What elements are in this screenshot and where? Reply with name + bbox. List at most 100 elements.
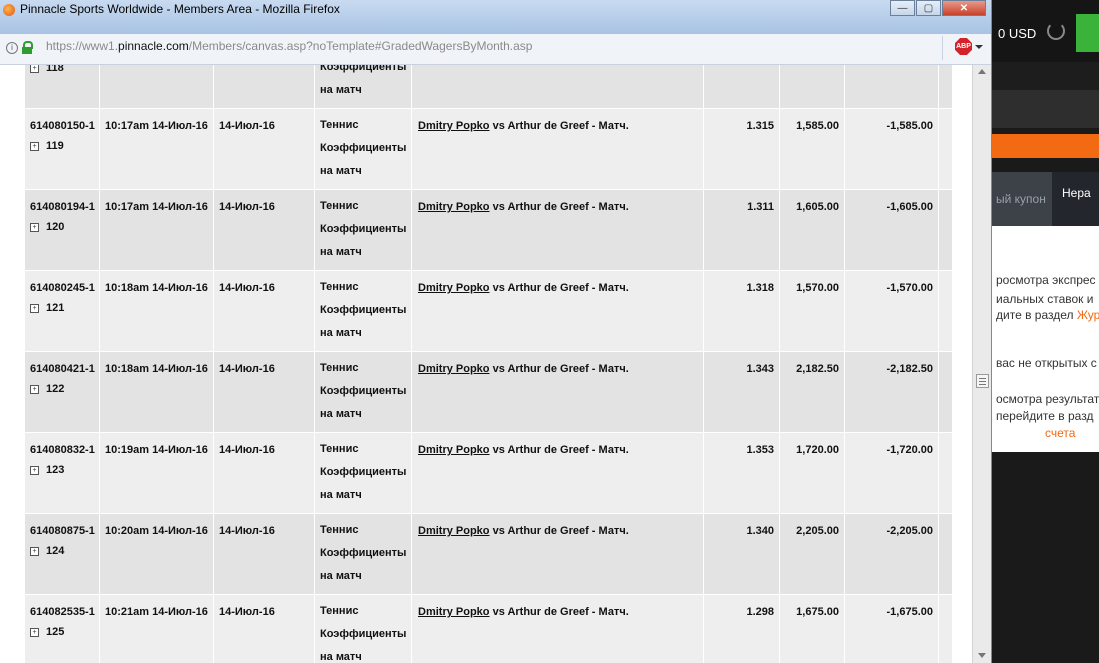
wager-id-cell: 614080875-1 +124 xyxy=(25,514,100,594)
wager-id-cell: +118 xyxy=(25,65,100,108)
placed-cell: 10:18am 14-Июл-16 xyxy=(100,352,214,432)
result-cell: -1,585.00 xyxy=(845,109,939,189)
info-icon[interactable]: i xyxy=(6,42,18,54)
table-row: 614080150-1 +119 10:17am 14-Июл-16 14-Ию… xyxy=(25,108,953,189)
filler-cell xyxy=(939,433,953,513)
url-bar[interactable]: i https://www1.pinnacle.com/Members/canv… xyxy=(0,34,991,65)
event-date-cell: 14-Июл-16 xyxy=(214,595,315,663)
player-link[interactable]: Dmitry Popko xyxy=(418,282,490,294)
sport-cell: Теннис Коэффициенты на матч xyxy=(315,352,412,432)
scroll-down-icon[interactable] xyxy=(978,653,986,658)
player-link[interactable]: Dmitry Popko xyxy=(418,525,490,537)
result-cell: -1,720.00 xyxy=(845,433,939,513)
sport-cell: Теннис Коэффициенты на матч xyxy=(315,271,412,351)
wager-id-cell: 614080421-1 +122 xyxy=(25,352,100,432)
table-row: 614080194-1 +120 10:17am 14-Июл-16 14-Ию… xyxy=(25,189,953,270)
firefox-icon xyxy=(3,4,15,16)
bg-info-line: иальных ставок и xyxy=(996,292,1094,306)
maximize-button[interactable]: ▢ xyxy=(916,0,941,16)
placed-cell: 10:20am 14-Июл-16 xyxy=(100,514,214,594)
bet-type-line: на матч xyxy=(320,165,362,177)
bet-type-line: Коэффициенты xyxy=(320,628,407,640)
filler-cell xyxy=(939,595,953,663)
url-prefix: https://www1. xyxy=(46,39,119,53)
url-path: /Members/canvas.asp?noTemplate#GradedWag… xyxy=(188,39,533,53)
sport-cell: Коэффициенты на матч xyxy=(315,65,412,108)
bet-type-line: на матч xyxy=(320,246,362,258)
minimize-button[interactable]: — xyxy=(890,0,915,16)
expand-icon[interactable]: + xyxy=(30,385,39,394)
event-date-cell: 14-Июл-16 xyxy=(214,109,315,189)
lock-icon[interactable] xyxy=(22,41,33,54)
expand-icon[interactable]: + xyxy=(30,142,39,151)
sport-name: Теннис xyxy=(320,200,359,212)
odds-cell: 1.353 xyxy=(704,433,780,513)
stake-cell: 2,205.00 xyxy=(780,514,845,594)
event-date-cell: 14-Июл-16 xyxy=(214,433,315,513)
wager-number: 125 xyxy=(46,626,65,638)
bet-type-line: Коэффициенты xyxy=(320,385,407,397)
scroll-thumb[interactable] xyxy=(976,374,989,388)
player-link[interactable]: Dmitry Popko xyxy=(418,363,490,375)
event-rest: vs Arthur de Greef - Матч. xyxy=(489,606,629,618)
event-cell: Dmitry Popko vs Arthur de Greef - Матч. xyxy=(412,271,704,351)
result-cell: -2,182.50 xyxy=(845,352,939,432)
player-link[interactable]: Dmitry Popko xyxy=(418,120,490,132)
sport-name: Теннис xyxy=(320,443,359,455)
sport-cell: Теннис Коэффициенты на матч xyxy=(315,514,412,594)
sport-cell: Теннис Коэффициенты на матч xyxy=(315,109,412,189)
wager-id-cell: 614080194-1 +120 xyxy=(25,190,100,270)
expand-icon[interactable]: + xyxy=(30,223,39,232)
odds-cell xyxy=(704,65,780,108)
bet-type-line: на матч xyxy=(320,651,362,663)
placed-cell: 10:19am 14-Июл-16 xyxy=(100,433,214,513)
bg-tab-coupon[interactable]: ый купон xyxy=(992,172,1052,226)
adblock-icon[interactable]: ABP xyxy=(955,38,972,55)
bg-info-text: дите в раздел xyxy=(996,308,1074,322)
filler-cell xyxy=(939,514,953,594)
wager-id: 614080150-1 xyxy=(30,120,95,132)
odds-cell: 1.315 xyxy=(704,109,780,189)
wager-number: 124 xyxy=(46,545,65,557)
expand-icon[interactable]: + xyxy=(30,466,39,475)
result-cell: -2,205.00 xyxy=(845,514,939,594)
window-controls: — ▢ ✕ xyxy=(890,0,987,18)
bg-green-button[interactable] xyxy=(1076,14,1099,52)
wager-id-cell: 614080245-1 +121 xyxy=(25,271,100,351)
bg-account-link[interactable]: счета xyxy=(1045,426,1075,440)
bg-journal-link[interactable]: Жур xyxy=(1077,308,1099,322)
event-rest: vs Arthur de Greef - Матч. xyxy=(489,444,629,456)
player-link[interactable]: Dmitry Popko xyxy=(418,444,490,456)
bg-tab-unsettled[interactable]: Нера xyxy=(1052,172,1099,226)
result-cell: -1,605.00 xyxy=(845,190,939,270)
refresh-icon[interactable] xyxy=(1047,22,1065,40)
sport-name: Теннис xyxy=(320,524,359,536)
event-rest: vs Arthur de Greef - Матч. xyxy=(489,282,629,294)
wager-id-cell: 614080150-1 +119 xyxy=(25,109,100,189)
table-row: 614080245-1 +121 10:18am 14-Июл-16 14-Ию… xyxy=(25,270,953,351)
player-link[interactable]: Dmitry Popko xyxy=(418,606,490,618)
close-button[interactable]: ✕ xyxy=(942,0,986,16)
expand-icon[interactable]: + xyxy=(30,628,39,637)
url-text[interactable]: https://www1.pinnacle.com/Members/canvas… xyxy=(46,39,532,53)
title-bar: Pinnacle Sports Worldwide - Members Area… xyxy=(0,0,991,34)
chevron-down-icon[interactable] xyxy=(975,45,983,49)
event-date-cell xyxy=(214,65,315,108)
sport-cell: Теннис Коэффициенты на матч xyxy=(315,433,412,513)
placed-cell: 10:17am 14-Июл-16 xyxy=(100,190,214,270)
bg-info-line: перейдите в разд xyxy=(996,409,1094,423)
sport-name: Теннис xyxy=(320,281,359,293)
stake-cell: 1,720.00 xyxy=(780,433,845,513)
table-row: 614080421-1 +122 10:18am 14-Июл-16 14-Ию… xyxy=(25,351,953,432)
filler-cell xyxy=(939,65,953,108)
scroll-up-icon[interactable] xyxy=(978,69,986,74)
vertical-scrollbar[interactable] xyxy=(972,65,991,663)
wager-number: 121 xyxy=(46,302,65,314)
expand-icon[interactable]: + xyxy=(30,304,39,313)
bg-balance: 0 USD xyxy=(998,26,1037,41)
expand-icon[interactable]: + xyxy=(30,547,39,556)
odds-cell: 1.340 xyxy=(704,514,780,594)
wager-number: 120 xyxy=(46,221,65,233)
expand-icon[interactable]: + xyxy=(30,65,39,73)
player-link[interactable]: Dmitry Popko xyxy=(418,201,490,213)
